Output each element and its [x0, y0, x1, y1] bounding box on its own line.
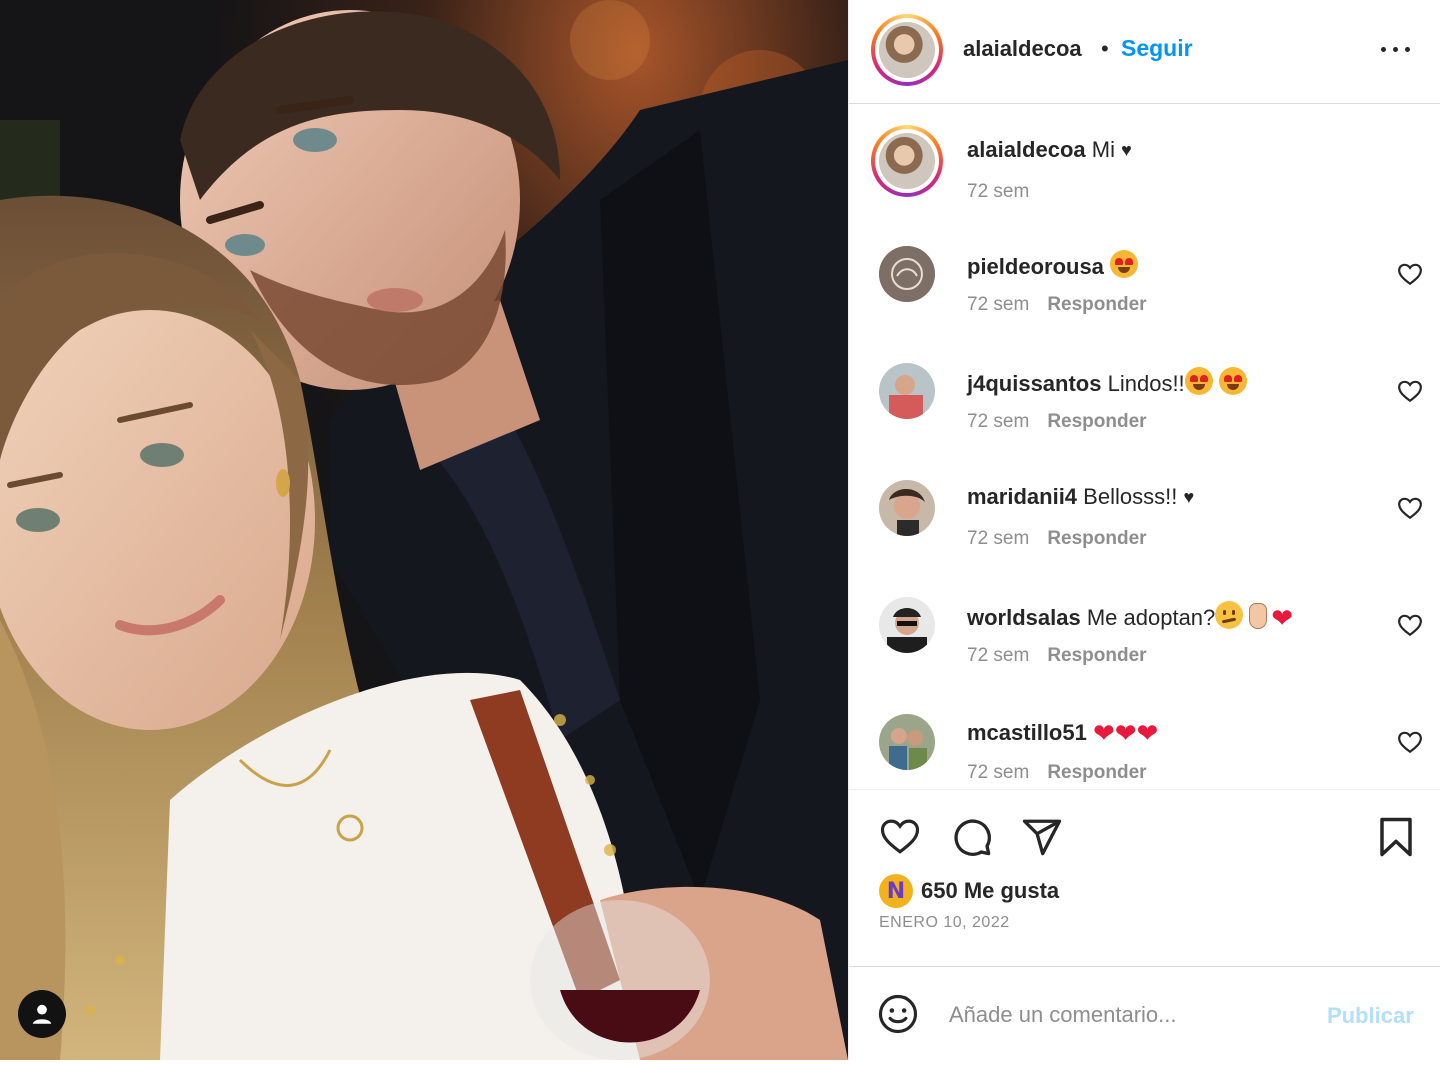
- author-avatar[interactable]: [871, 14, 943, 86]
- comment-body: Bellosss!!: [1083, 484, 1178, 509]
- confused-emoji-icon: [1215, 601, 1244, 629]
- comment-like-heart-icon[interactable]: [1397, 496, 1423, 520]
- commenter-avatar[interactable]: [879, 597, 935, 653]
- comment-input[interactable]: [949, 995, 1309, 1035]
- comment-item: j4quissantos Lindos!! 72 sem Responder: [849, 363, 1440, 473]
- comment-time: 72 sem: [967, 411, 1030, 432]
- comment-composer: Publicar: [849, 966, 1440, 1060]
- black-heart-icon: ♥: [1121, 140, 1132, 160]
- liker-avatar[interactable]: N: [879, 874, 913, 908]
- raised-hand-emoji-icon: [1243, 601, 1271, 629]
- comment-time: 72 sem: [967, 762, 1030, 783]
- header-separator: •: [1101, 36, 1109, 61]
- heart-eyes-emoji-icon: [1110, 250, 1139, 278]
- post-photo[interactable]: [0, 0, 848, 1060]
- comment-meta: 72 sem Responder: [967, 645, 1147, 667]
- share-icon[interactable]: [1021, 816, 1063, 858]
- comment-meta: 72 sem Responder: [967, 528, 1147, 550]
- commenter-avatar[interactable]: [879, 714, 935, 770]
- comment-item: maridanii4 Bellosss!! ♥ 72 sem Responder: [849, 480, 1440, 590]
- user-tag-button[interactable]: [18, 990, 66, 1038]
- caption-time: 72 sem: [967, 181, 1030, 202]
- comment-text: j4quissantos Lindos!!: [967, 367, 1247, 397]
- post-actions: N 650 Me gusta ENERO 10, 2022: [849, 789, 1440, 965]
- commenter-avatar[interactable]: [879, 246, 935, 302]
- comment-icon[interactable]: [951, 816, 993, 858]
- likes-count[interactable]: 650 Me gusta: [921, 878, 1059, 904]
- reply-button[interactable]: Responder: [1047, 294, 1146, 315]
- heart-emoji-icon: ❤: [1271, 603, 1294, 633]
- comment-text: pieldeorousa: [967, 250, 1139, 280]
- reply-button[interactable]: Responder: [1047, 762, 1146, 783]
- comment-text: mcastillo51 ❤❤❤: [967, 718, 1158, 749]
- comment-meta: 72 sem Responder: [967, 294, 1147, 316]
- comment-body: Lindos!!: [1107, 371, 1185, 396]
- bookmark-icon[interactable]: [1377, 816, 1415, 858]
- post-date[interactable]: ENERO 10, 2022: [879, 914, 1010, 932]
- user-tag-icon: [32, 1004, 52, 1024]
- like-heart-icon[interactable]: [879, 816, 921, 856]
- comment-item: mcastillo51 ❤❤❤ 72 sem Responder: [849, 714, 1440, 789]
- commenter-avatar[interactable]: [879, 363, 935, 419]
- comment-meta: 72 sem Responder: [967, 762, 1147, 784]
- comment-like-heart-icon[interactable]: [1397, 613, 1423, 637]
- comment-username[interactable]: pieldeorousa: [967, 254, 1104, 279]
- red-hearts-emoji-icon: ❤❤❤: [1092, 718, 1159, 748]
- comment-meta: 72 sem Responder: [967, 411, 1147, 433]
- comment-time: 72 sem: [967, 294, 1030, 315]
- black-heart-icon: ♥: [1183, 487, 1195, 507]
- post-sidebar: alaialdecoa • Seguir alaialdecoa Mi ♥ 72…: [848, 0, 1440, 1060]
- page-bottom-strip: [0, 1060, 1440, 1065]
- caption-avatar[interactable]: [871, 125, 943, 197]
- more-options-icon[interactable]: [1379, 40, 1413, 60]
- commenter-avatar[interactable]: [879, 480, 935, 536]
- comment-time: 72 sem: [967, 528, 1030, 549]
- comment-like-heart-icon[interactable]: [1397, 262, 1423, 286]
- comment-username[interactable]: j4quissantos: [967, 371, 1101, 396]
- reply-button[interactable]: Responder: [1047, 645, 1146, 666]
- comments-list[interactable]: alaialdecoa Mi ♥ 72 sem pieldeorousa 72 …: [849, 105, 1440, 789]
- likes-row[interactable]: N 650 Me gusta: [879, 874, 1059, 908]
- post-photo-image: [0, 0, 848, 1060]
- comment-like-heart-icon[interactable]: [1397, 379, 1423, 403]
- comment-text: maridanii4 Bellosss!! ♥: [967, 484, 1194, 510]
- comment-username[interactable]: worldsalas: [967, 605, 1081, 630]
- post-header: alaialdecoa • Seguir: [849, 0, 1440, 104]
- follow-button[interactable]: Seguir: [1121, 35, 1193, 62]
- publish-button[interactable]: Publicar: [1327, 1003, 1414, 1029]
- caption-username[interactable]: alaialdecoa: [967, 137, 1086, 162]
- heart-eyes-emoji-icon: [1218, 367, 1247, 395]
- reply-button[interactable]: Responder: [1047, 528, 1146, 549]
- heart-eyes-emoji-icon: [1184, 367, 1213, 395]
- comment-item: pieldeorousa 72 sem Responder: [849, 246, 1440, 356]
- comment-text: worldsalas Me adoptan? ❤: [967, 601, 1293, 634]
- comment-item: worldsalas Me adoptan? ❤ 72 sem Responder: [849, 597, 1440, 707]
- caption-body: Mi: [1091, 137, 1115, 162]
- author-username[interactable]: alaialdecoa: [963, 36, 1082, 62]
- caption-text: alaialdecoa Mi ♥: [967, 137, 1132, 163]
- reply-button[interactable]: Responder: [1047, 411, 1146, 432]
- comment-username[interactable]: maridanii4: [967, 484, 1077, 509]
- comment-like-heart-icon[interactable]: [1397, 730, 1423, 754]
- comment-time: 72 sem: [967, 645, 1030, 666]
- emoji-icon[interactable]: [877, 993, 919, 1035]
- comment-body: Me adoptan?: [1086, 605, 1216, 630]
- comment-username[interactable]: mcastillo51: [967, 720, 1087, 745]
